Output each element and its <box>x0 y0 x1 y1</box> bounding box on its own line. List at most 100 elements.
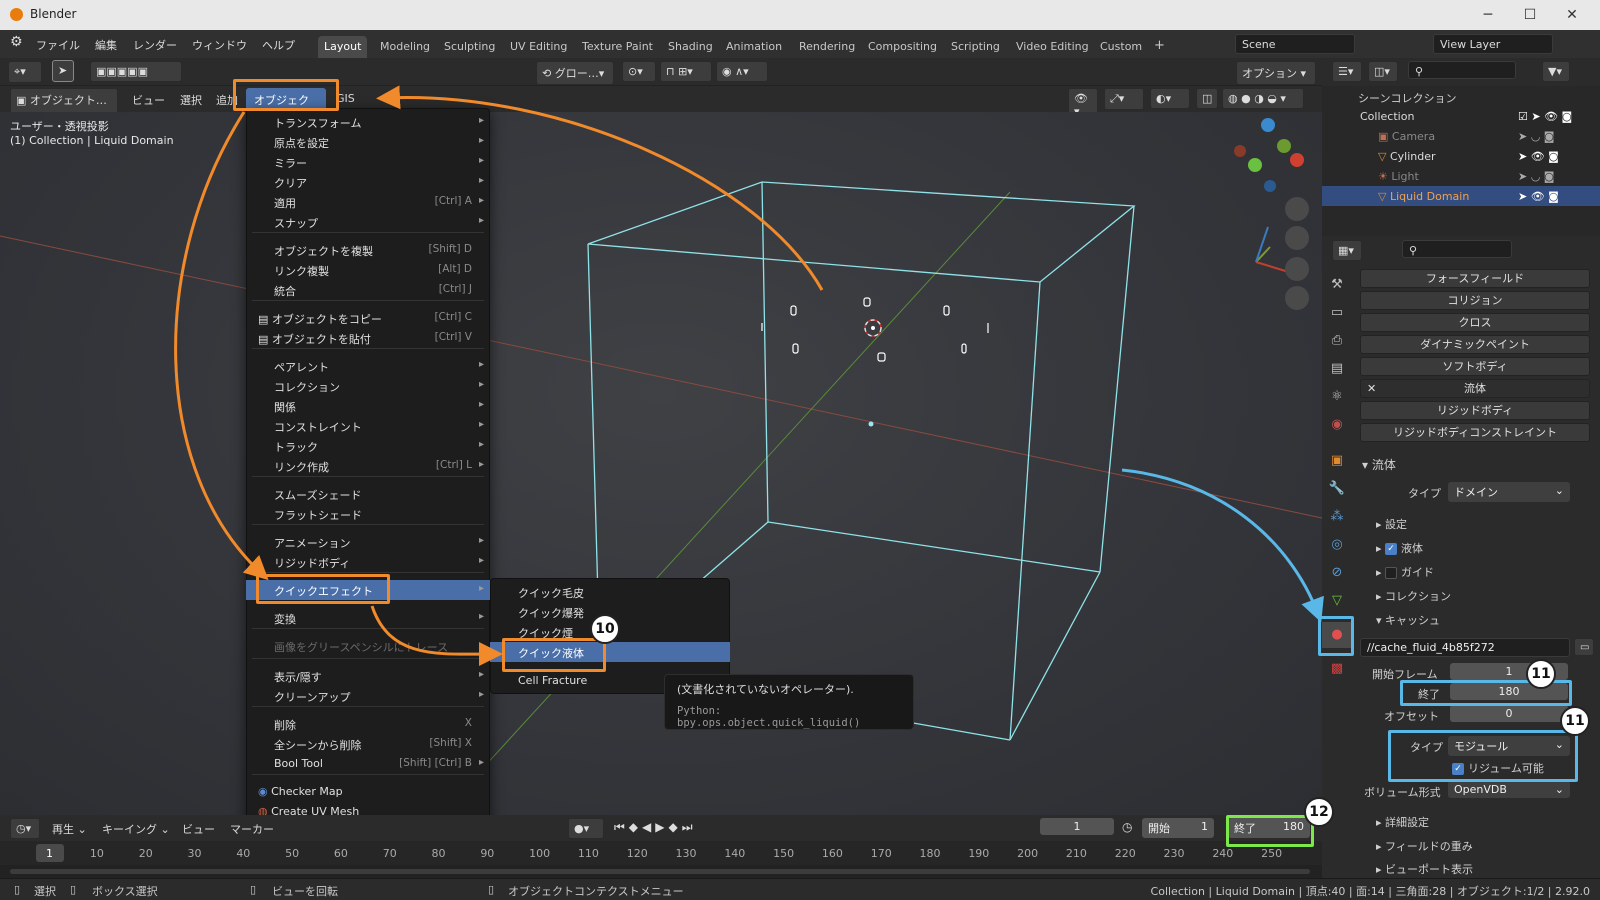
constraints-tab-icon[interactable]: ⊘ <box>1322 560 1352 586</box>
tab-rendering[interactable]: Rendering <box>793 36 861 58</box>
liquid-checkbox[interactable]: ✓ <box>1385 543 1398 555</box>
tab-layout[interactable]: Layout <box>318 36 368 58</box>
keying-menu[interactable]: キーイング ⌄ <box>102 821 170 837</box>
3d-viewport[interactable]: ユーザー・透視投影 (1) Collection | Liquid Domain <box>0 112 1322 815</box>
tab-video-editing[interactable]: Video Editing <box>1010 36 1095 58</box>
object-menu-item-17[interactable]: スムーズシェード <box>246 484 490 504</box>
guide-checkbox[interactable] <box>1385 567 1398 579</box>
tab-compositing[interactable]: Compositing <box>862 36 943 58</box>
object-menu-item-27[interactable]: 全シーンから削除 [Shift] X <box>246 734 490 754</box>
volume-format-dropdown[interactable]: OpenVDB ⌄ <box>1448 781 1570 798</box>
data-tab-icon[interactable]: ▽ <box>1322 588 1352 614</box>
guide-subpanel[interactable]: ▸ ガイド <box>1376 564 1434 580</box>
menu-window[interactable]: ウィンドウ <box>192 37 247 53</box>
object-menu-item-14[interactable]: コンストレイント ▸ <box>246 416 490 436</box>
fluid-type-dropdown[interactable]: ドメイン ⌄ <box>1448 482 1570 502</box>
object-menu-item-28[interactable]: Bool Tool [Shift] [Ctrl] B ▸ <box>246 754 490 774</box>
cache-subpanel[interactable]: ▾ キャッシュ <box>1376 612 1440 628</box>
row-toggles-icon[interactable]: ➤ 👁 ◙ <box>1518 150 1559 163</box>
object-menu-item-18[interactable]: フラットシェード <box>246 504 490 524</box>
collection-subpanel[interactable]: ▸ コレクション <box>1376 588 1451 604</box>
timeline-ruler[interactable]: 1 10 20 30 40 50 60 70 80 90 100 110 120 130 140 150 160… <box>0 841 1322 865</box>
tab-animation[interactable]: Animation <box>720 36 788 58</box>
row-toggles-icon[interactable]: ➤ ◡ ◙ <box>1518 170 1554 183</box>
transform-orientation[interactable]: ⟲ グロー…▾ <box>536 61 614 85</box>
object-menu-item-29[interactable]: ◉ Checker Map <box>246 782 490 802</box>
collection-row[interactable]: Collection ☑ ➤ 👁 ◙ <box>1322 106 1600 126</box>
tab-sculpting[interactable]: Sculpting <box>438 36 501 58</box>
object-menu-item-24[interactable]: 表示/隠す ▸ <box>246 666 490 686</box>
collection-toggles-icon[interactable]: ☑ ➤ 👁 ◙ <box>1518 110 1572 123</box>
row-toggles-icon[interactable]: ➤ 👁 ◙ <box>1518 190 1559 203</box>
object-menu-item-6[interactable]: オブジェクトを複製 [Shift] D <box>246 240 490 260</box>
dynamic-paint-button[interactable]: ダイナミックペイント <box>1360 335 1590 354</box>
physics-tab-icon-alt[interactable]: ◎ <box>1322 532 1352 558</box>
select-tool-icon[interactable]: ➤ <box>52 60 74 82</box>
menu-render[interactable]: レンダー <box>133 37 177 53</box>
soft-body-button[interactable]: ソフトボディ <box>1360 357 1590 376</box>
marker-menu[interactable]: マーカー <box>230 821 274 837</box>
fluid-panel-header[interactable]: ▾ 流体 <box>1362 456 1396 473</box>
start-frame-timeline[interactable]: 開始 1 <box>1142 818 1214 838</box>
menu-select[interactable]: 選択 <box>180 92 202 108</box>
options-dropdown[interactable]: オプション ▾ <box>1236 61 1316 85</box>
record-icon[interactable]: ●▾ <box>568 818 604 839</box>
quick-fur-item[interactable]: クイック毛皮 <box>490 582 730 602</box>
tab-uv-editing[interactable]: UV Editing <box>504 36 573 58</box>
timeline-scrollbar[interactable] <box>10 869 1310 874</box>
cache-path-field[interactable]: //cache_fluid_4b85f272 <box>1360 638 1570 657</box>
filter-icon[interactable]: ▼▾ <box>1542 61 1570 82</box>
minimize-button[interactable]: ─ <box>1473 4 1503 26</box>
object-menu-item-22[interactable]: 変換 ▸ <box>246 608 490 628</box>
object-menu-item-25[interactable]: クリーンアップ ▸ <box>246 686 490 706</box>
proportional-edit-icon[interactable]: ◉ ∧▾ <box>716 61 768 82</box>
tab-custom[interactable]: Custom <box>1094 36 1148 58</box>
row-toggles-icon[interactable]: ➤ ◡ ◙ <box>1518 130 1554 143</box>
display-mode-icon[interactable]: ◫▾ <box>1368 61 1398 82</box>
output-tab-icon[interactable]: ⎙ <box>1322 328 1352 354</box>
outliner-item-cylinder[interactable]: ▽ Cylinder ➤ 👁 ◙ <box>1322 146 1600 166</box>
modifier-tab-icon[interactable]: 🔧 <box>1322 476 1352 502</box>
snap-icon[interactable]: ⊓ ⊞▾ <box>660 61 712 82</box>
maximize-button[interactable]: ☐ <box>1515 4 1545 26</box>
select-mode-icons[interactable]: ▣▣▣▣▣ <box>90 61 182 82</box>
offset-field[interactable]: 0 <box>1450 705 1568 722</box>
playback-controls-icon[interactable]: ⏮◆◀▶◆⏭ <box>614 820 697 835</box>
editor-type-icon[interactable]: ⌖▾ <box>8 61 42 83</box>
fluid-button[interactable]: ✕ 流体 <box>1360 379 1590 398</box>
current-frame-field[interactable]: 1 <box>1040 818 1114 835</box>
object-menu-item-1[interactable]: 原点を設定 ▸ <box>246 132 490 152</box>
pivot-icon[interactable]: ⊙▾ <box>622 61 656 82</box>
view-layer-tab-icon[interactable]: ▤ <box>1322 356 1352 382</box>
field-weights-subpanel[interactable]: ▸ フィールドの重み <box>1376 838 1473 854</box>
cloth-button[interactable]: クロス <box>1360 313 1590 332</box>
liquid-subpanel[interactable]: ▸ ✓ 液体 <box>1376 540 1423 556</box>
outliner-item-liquid-domain[interactable]: ▽ Liquid Domain ➤ 👁 ◙ <box>1322 186 1600 206</box>
tab-texture-paint[interactable]: Texture Paint <box>576 36 659 58</box>
outliner-search[interactable]: ⚲ <box>1408 61 1516 79</box>
scene-selector[interactable]: Scene <box>1235 34 1355 54</box>
folder-icon[interactable]: ▭ <box>1574 638 1594 656</box>
advanced-subpanel[interactable]: ▸ 詳細設定 <box>1376 814 1429 830</box>
collision-button[interactable]: コリジョン <box>1360 291 1590 310</box>
settings-subpanel[interactable]: ▸ 設定 <box>1376 516 1407 532</box>
xray-icon[interactable]: ◫ <box>1196 88 1218 109</box>
menu-help[interactable]: ヘルプ <box>262 37 295 53</box>
remove-icon[interactable]: ✕ <box>1367 380 1376 397</box>
playback-menu[interactable]: 再生 ⌄ <box>52 821 87 837</box>
outliner-item-camera[interactable]: ▣ Camera ➤ ◡ ◙ <box>1322 126 1600 146</box>
menu-view[interactable]: ビュー <box>132 92 165 108</box>
close-button[interactable]: ✕ <box>1557 4 1587 26</box>
tab-modeling[interactable]: Modeling <box>374 36 436 58</box>
object-menu-item-11[interactable]: ペアレント ▸ <box>246 356 490 376</box>
add-workspace-button[interactable]: + <box>1148 34 1171 56</box>
scene-collection-row[interactable]: シーンコレクション <box>1322 86 1600 106</box>
object-menu-item-13[interactable]: 関係 ▸ <box>246 396 490 416</box>
object-menu-item-19[interactable]: アニメーション ▸ <box>246 532 490 552</box>
object-menu-item-20[interactable]: リジッドボディ ▸ <box>246 552 490 572</box>
menu-edit[interactable]: 編集 <box>95 37 117 53</box>
object-menu-item-0[interactable]: トランスフォーム ▸ <box>246 112 490 132</box>
viewport-display-subpanel[interactable]: ▸ ビューポート表示 <box>1376 861 1473 877</box>
rigid-body-constraint-button[interactable]: リジッドボディコンストレイント <box>1360 423 1590 442</box>
force-field-button[interactable]: フォースフィールド <box>1360 269 1590 288</box>
